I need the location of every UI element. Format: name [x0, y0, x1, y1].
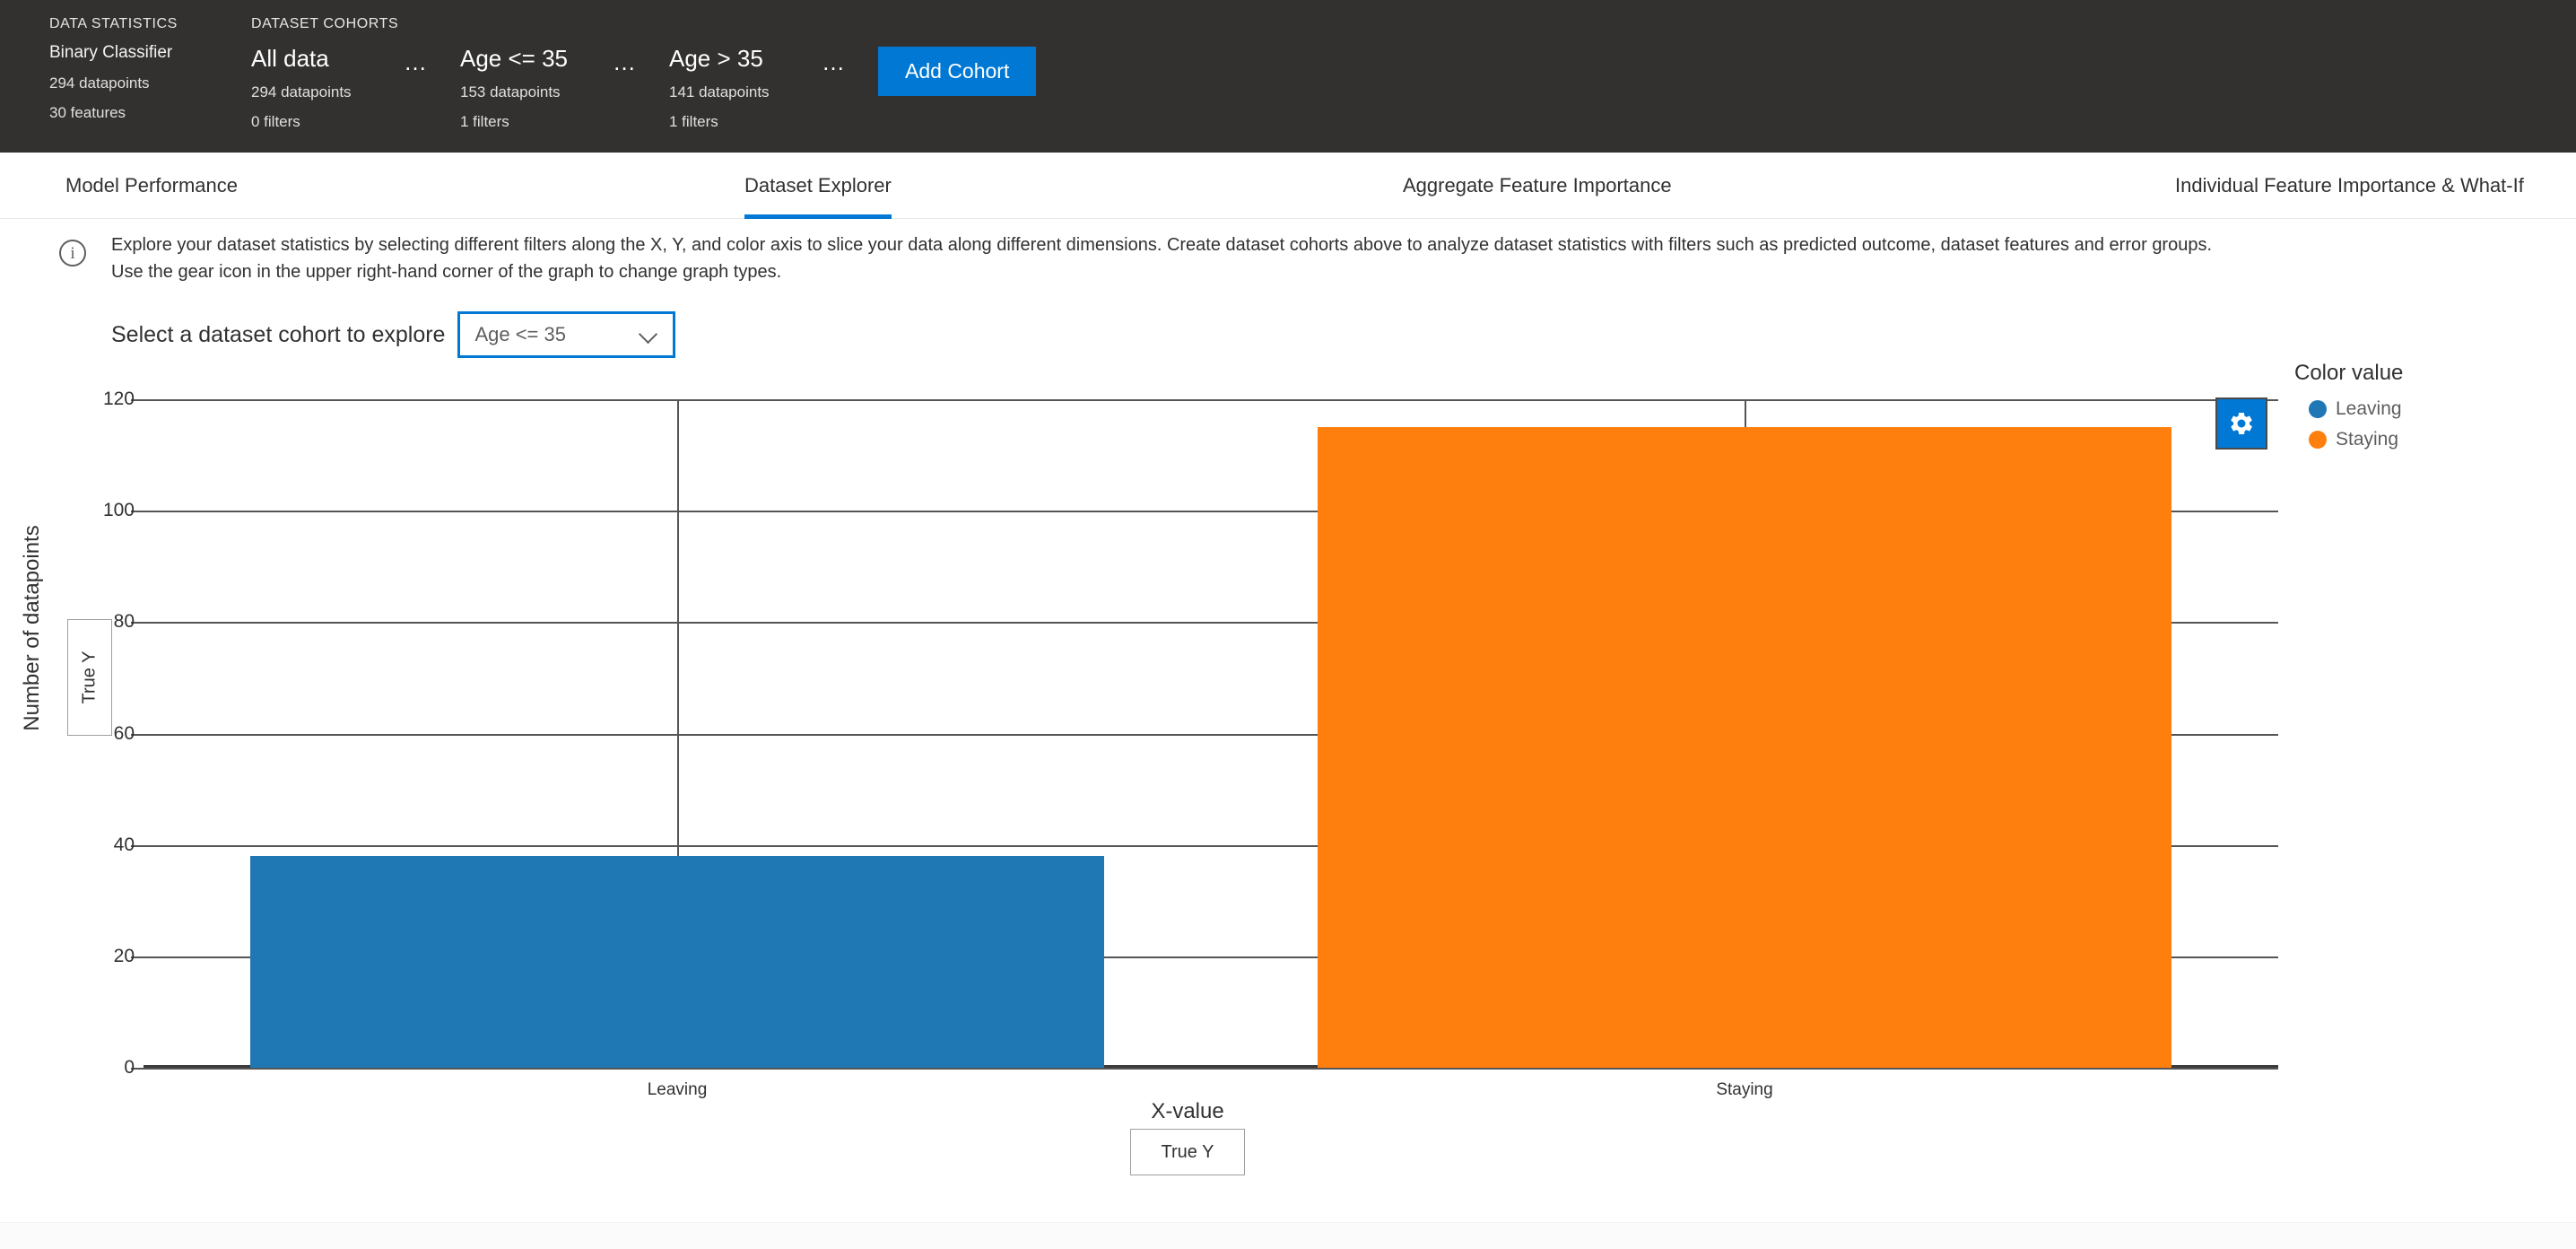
legend-item-staying[interactable]: Staying	[2309, 429, 2403, 450]
total-features: 30 features	[49, 104, 229, 122]
data-statistics-caption: DATA STATISTICS	[49, 16, 229, 32]
x-tick-label: Leaving	[648, 1080, 708, 1100]
cohort-name: Age <= 35	[460, 45, 613, 73]
x-tick-label: Staying	[1716, 1080, 1772, 1100]
x-axis-feature-label: True Y	[1162, 1142, 1214, 1163]
cohort-select-value: Age <= 35	[474, 323, 566, 346]
y-axis-feature-button[interactable]: True Y	[67, 619, 112, 736]
cohort-card-age-lte-35[interactable]: Age <= 35 153 datapoints 1 filters	[460, 45, 613, 131]
tab-label: Individual Feature Importance & What-If	[2175, 174, 2524, 197]
cohort-filters: 1 filters	[460, 113, 613, 131]
legend-item-label: Leaving	[2336, 398, 2402, 420]
info-icon: i	[59, 240, 86, 266]
header-bar: DATA STATISTICS Binary Classifier 294 da…	[0, 0, 2576, 153]
cohort-name: All data	[251, 45, 404, 73]
tab-aggregate-feature-importance[interactable]: Aggregate Feature Importance	[1397, 153, 1677, 219]
tab-bar: Model Performance Dataset Explorer Aggre…	[0, 153, 2576, 219]
y-gridline	[144, 399, 2278, 401]
y-axis-feature-label: True Y	[80, 651, 100, 704]
y-tick-label: 100	[103, 500, 135, 521]
tab-underline	[744, 214, 892, 219]
dataset-cohorts-caption: DATASET COHORTS	[251, 16, 1036, 32]
tab-label: Dataset Explorer	[744, 174, 892, 197]
tab-dataset-explorer[interactable]: Dataset Explorer	[739, 153, 897, 219]
dataset-cohorts-block: DATASET COHORTS All data 294 datapoints …	[251, 16, 1036, 133]
cohort-card-all-data[interactable]: All data 294 datapoints 0 filters	[251, 45, 404, 131]
cohort-datapoints: 153 datapoints	[460, 83, 613, 101]
cohort-selector-row: Select a dataset cohort to explore Age <…	[111, 311, 675, 358]
y-tick-label: 40	[114, 834, 135, 856]
tab-label: Aggregate Feature Importance	[1403, 174, 1672, 197]
legend-item-leaving[interactable]: Leaving	[2309, 398, 2403, 420]
chevron-down-icon	[640, 327, 657, 343]
tab-model-performance[interactable]: Model Performance	[60, 153, 243, 219]
y-tick-label: 20	[114, 946, 135, 967]
cohort-menu-age-lte-35[interactable]: …	[613, 48, 639, 75]
data-statistics-block: DATA STATISTICS Binary Classifier 294 da…	[49, 16, 229, 122]
x-axis-title: X-value	[1151, 1099, 1223, 1124]
cohort-menu-all-data[interactable]: …	[404, 48, 430, 75]
legend-title: Color value	[2294, 361, 2403, 386]
cohort-filters: 0 filters	[251, 113, 404, 131]
info-text: Explore your dataset statistics by selec…	[111, 231, 2389, 285]
bar-staying[interactable]	[1318, 427, 2171, 1068]
y-tick-label: 80	[114, 611, 135, 633]
cohort-datapoints: 141 datapoints	[669, 83, 822, 101]
legend-color-swatch	[2309, 400, 2327, 418]
footer-bar	[0, 1222, 2576, 1249]
tab-underline	[65, 214, 238, 219]
tab-label: Model Performance	[65, 174, 238, 197]
cohort-selector-label: Select a dataset cohort to explore	[111, 322, 445, 348]
plot-area: 020406080100120LeavingStaying	[144, 399, 2278, 1068]
y-axis-title: Number of datapoints	[20, 525, 45, 730]
tab-individual-feature-importance[interactable]: Individual Feature Importance & What-If	[2170, 153, 2529, 219]
model-type: Binary Classifier	[49, 43, 229, 63]
add-cohort-button[interactable]: Add Cohort	[878, 47, 1036, 96]
tab-underline	[2175, 214, 2524, 219]
y-tick-label: 120	[103, 389, 135, 410]
legend-item-label: Staying	[2336, 429, 2398, 450]
info-text-line-1: Explore your dataset statistics by selec…	[111, 231, 2389, 258]
x-gridline	[1745, 399, 1746, 427]
legend: Color value Leaving Staying	[2294, 361, 2403, 450]
cohort-filters: 1 filters	[669, 113, 822, 131]
y-tick-label: 0	[124, 1057, 135, 1079]
cohort-select-dropdown[interactable]: Age <= 35	[457, 311, 675, 358]
legend-color-swatch	[2309, 431, 2327, 449]
x-axis-feature-button[interactable]: True Y	[1130, 1129, 1245, 1175]
cohort-menu-age-gt-35[interactable]: …	[822, 48, 848, 75]
x-gridline	[677, 399, 679, 856]
total-datapoints: 294 datapoints	[49, 74, 229, 92]
cohort-datapoints: 294 datapoints	[251, 83, 404, 101]
y-gridline	[144, 1068, 2278, 1070]
tab-underline	[1403, 214, 1672, 219]
cohort-card-age-gt-35[interactable]: Age > 35 141 datapoints 1 filters	[669, 45, 822, 131]
info-text-line-2: Use the gear icon in the upper right-han…	[111, 258, 2389, 285]
y-tick-label: 60	[114, 723, 135, 745]
cohort-name: Age > 35	[669, 45, 822, 73]
bar-leaving[interactable]	[250, 856, 1104, 1068]
gear-icon[interactable]	[2215, 397, 2267, 450]
